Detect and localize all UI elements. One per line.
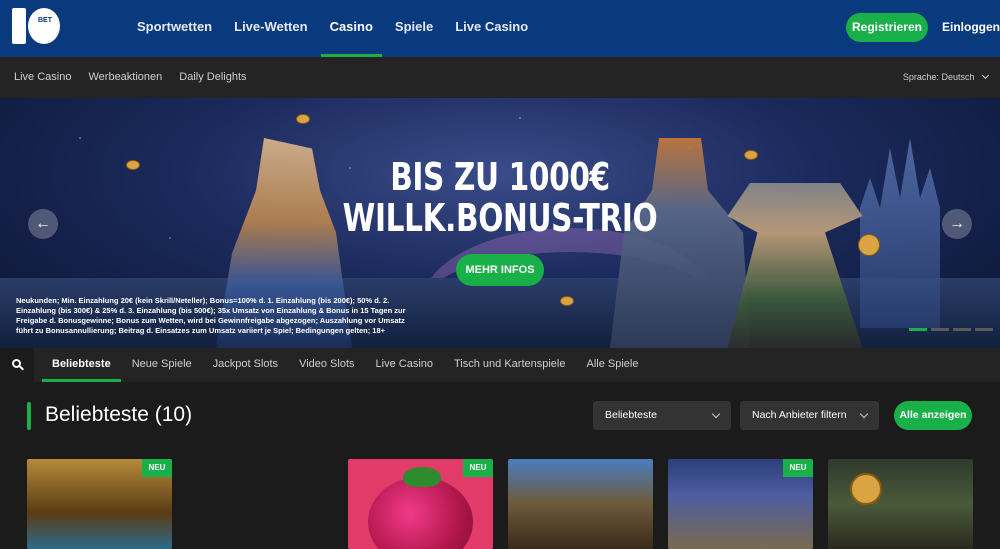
bonus-terms-text: Neukunden; Min. Einzahlung 20€ (kein Skr…: [16, 296, 406, 335]
nav-item-live-casino[interactable]: Live Casino: [446, 0, 537, 57]
provider-filter-select[interactable]: Nach Anbieter filtern: [740, 401, 879, 430]
arrow-right-icon[interactable]: →: [942, 209, 972, 239]
language-label: Sprache:: [902, 72, 939, 82]
show-all-button[interactable]: Alle anzeigen: [894, 401, 972, 430]
subnav-daily-delights[interactable]: Daily Delights: [179, 57, 246, 98]
raspberry-leaf-image: [403, 467, 441, 487]
new-badge: NEU: [783, 459, 813, 477]
category-bar: Beliebteste Neue Spiele Jackpot Slots Vi…: [0, 348, 1000, 382]
nav-item-sportwetten[interactable]: Sportwetten: [128, 0, 221, 57]
coin-icon: [850, 473, 882, 505]
sort-select-value: Beliebteste: [605, 409, 657, 421]
subnav-werbeaktionen[interactable]: Werbeaktionen: [88, 57, 162, 98]
tab-neue-spiele[interactable]: Neue Spiele: [122, 348, 202, 382]
section-title: Beliebteste (10): [45, 403, 193, 426]
game-tile[interactable]: NEU: [668, 459, 813, 549]
provider-filter-value: Nach Anbieter filtern: [752, 409, 847, 421]
subnav-live-casino[interactable]: Live Casino: [14, 57, 71, 98]
game-tile[interactable]: NEU: [348, 459, 493, 549]
carousel-dot[interactable]: [975, 328, 993, 331]
nav-item-spiele[interactable]: Spiele: [386, 0, 442, 57]
more-info-button[interactable]: MEHR INFOS: [456, 254, 544, 286]
register-button[interactable]: Registrieren: [846, 13, 928, 42]
chevron-down-icon: [981, 71, 990, 80]
language-value: Deutsch: [941, 72, 975, 82]
carousel-dot[interactable]: [909, 328, 927, 331]
chevron-down-icon: [859, 409, 869, 419]
new-badge: NEU: [463, 459, 493, 477]
coin-icon: [560, 296, 574, 306]
raspberry-image: [368, 477, 473, 549]
hero-banner[interactable]: BIS ZU 1000€ WILLK.BONUS-TRIO MEHR INFOS…: [0, 98, 1000, 348]
search-icon-handle: [19, 365, 24, 371]
tab-jackpot-slots[interactable]: Jackpot Slots: [203, 348, 288, 382]
sub-navbar: Live Casino Werbeaktionen Daily Delights…: [0, 57, 1000, 98]
nav-item-live-wetten[interactable]: Live-Wetten: [225, 0, 316, 57]
coin-icon: [296, 114, 310, 124]
hero-title-line2: WILLK.BONUS-TRIO: [342, 196, 658, 240]
language-selector[interactable]: Sprache: Deutsch: [902, 57, 990, 98]
tab-live-casino[interactable]: Live Casino: [366, 348, 443, 382]
carousel-dot[interactable]: [953, 328, 971, 331]
logo[interactable]: BET: [12, 8, 62, 48]
game-tile[interactable]: [828, 459, 973, 549]
category-tabs: Beliebteste Neue Spiele Jackpot Slots Vi…: [42, 348, 649, 382]
arrow-left-icon[interactable]: ←: [28, 209, 58, 239]
tab-video-slots[interactable]: Video Slots: [289, 348, 364, 382]
tab-beliebteste[interactable]: Beliebteste: [42, 348, 121, 382]
new-badge: NEU: [142, 459, 172, 477]
logo-text: BET: [38, 17, 52, 24]
chevron-down-icon: [711, 409, 721, 419]
sort-select[interactable]: Beliebteste: [593, 401, 731, 430]
nav-item-casino[interactable]: Casino: [320, 0, 383, 57]
carousel-dot[interactable]: [931, 328, 949, 331]
game-tile[interactable]: [508, 459, 653, 549]
section-accent-bar: [27, 402, 31, 430]
logo-one-shape: [12, 8, 26, 44]
sub-nav-links: Live Casino Werbeaktionen Daily Delights: [14, 57, 247, 98]
main-nav: Sportwetten Live-Wetten Casino Spiele Li…: [128, 0, 541, 57]
tab-alle-spiele[interactable]: Alle Spiele: [577, 348, 649, 382]
tab-tisch-und-kartenspiele[interactable]: Tisch und Kartenspiele: [444, 348, 576, 382]
game-tile[interactable]: NEU: [27, 459, 172, 549]
login-link[interactable]: Einloggen: [942, 13, 1000, 42]
hero-title-line1: BIS ZU 1000€: [390, 155, 610, 199]
carousel-indicators: [909, 328, 993, 331]
top-navbar: BET Sportwetten Live-Wetten Casino Spiel…: [0, 0, 1000, 57]
logo-zero-shape: [28, 8, 60, 44]
search-button[interactable]: [0, 348, 34, 382]
